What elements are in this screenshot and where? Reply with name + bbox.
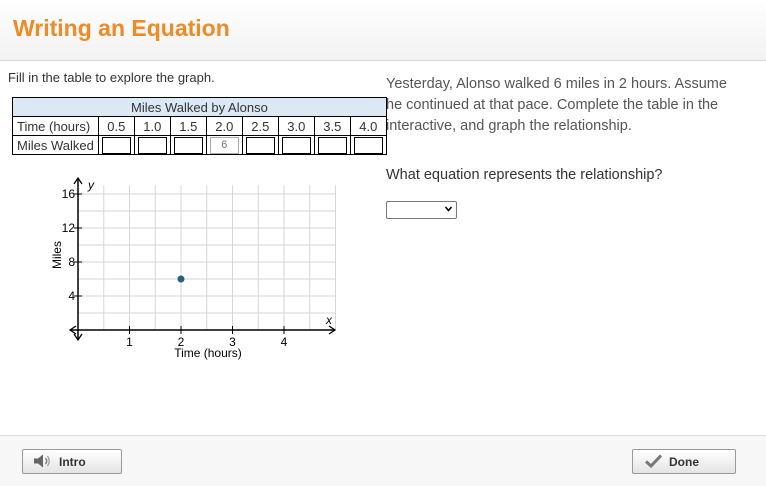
y-tick-label: 12 bbox=[62, 221, 76, 235]
y-tick-label: 4 bbox=[68, 289, 75, 303]
time-row-label: Time (hours) bbox=[12, 116, 99, 136]
y-axis-title: Miles bbox=[50, 241, 64, 269]
time-cell: 1.5 bbox=[169, 116, 207, 136]
intro-button[interactable]: Intro bbox=[22, 449, 122, 474]
miles-cell: 6 bbox=[205, 135, 243, 155]
miles-cell bbox=[277, 135, 315, 155]
time-cell: 3.5 bbox=[313, 116, 351, 136]
miles-cell bbox=[349, 135, 387, 155]
y-tick-label: 16 bbox=[62, 187, 76, 201]
time-cell: 0.5 bbox=[97, 116, 135, 136]
miles-input[interactable] bbox=[281, 136, 311, 154]
time-row: Time (hours) 0.5 1.0 1.5 2.0 2.5 3.0 3.5… bbox=[12, 116, 387, 136]
footer-bar: Intro Done bbox=[0, 435, 766, 486]
graph-grid bbox=[78, 185, 336, 330]
x-tick-label: 3 bbox=[229, 335, 236, 349]
page-title: Writing an Equation bbox=[13, 15, 230, 41]
x-tick-label: 4 bbox=[281, 335, 288, 349]
miles-row: Miles Walked 6 bbox=[12, 135, 387, 155]
miles-table: Miles Walked by Alonso Time (hours) 0.5 … bbox=[12, 97, 387, 155]
miles-cell bbox=[133, 135, 171, 155]
data-points bbox=[177, 275, 185, 283]
time-cell: 4.0 bbox=[349, 116, 387, 136]
chevron-down-icon bbox=[444, 206, 453, 212]
x-variable-label: x bbox=[325, 313, 333, 327]
header-bar: Writing an Equation bbox=[0, 0, 766, 61]
miles-input[interactable] bbox=[101, 136, 131, 154]
miles-cell bbox=[97, 135, 135, 155]
miles-input[interactable]: 6 bbox=[209, 136, 239, 154]
data-point bbox=[177, 275, 185, 283]
problem-prompt: Yesterday, Alonso walked 6 miles in 2 ho… bbox=[386, 76, 727, 134]
speaker-icon bbox=[34, 454, 50, 468]
equation-question: What equation represents the relationshi… bbox=[386, 167, 663, 183]
x-tick-label: 1 bbox=[126, 335, 133, 349]
y-tick-label: 8 bbox=[68, 255, 75, 269]
coordinate-graph[interactable]: y x Miles Time (hours) 481216 1234 bbox=[40, 175, 350, 365]
equation-dropdown[interactable] bbox=[386, 201, 457, 219]
done-button[interactable]: Done bbox=[632, 449, 736, 474]
table-instructions: Fill in the table to explore the graph. bbox=[8, 70, 215, 85]
miles-input[interactable] bbox=[317, 136, 347, 154]
miles-cell bbox=[169, 135, 207, 155]
miles-input[interactable] bbox=[137, 136, 167, 154]
miles-row-label: Miles Walked bbox=[12, 135, 99, 155]
miles-cell bbox=[241, 135, 279, 155]
miles-input[interactable] bbox=[173, 136, 203, 154]
table-caption: Miles Walked by Alonso bbox=[12, 97, 387, 117]
x-tick-label: 2 bbox=[178, 335, 185, 349]
time-cell: 2.0 bbox=[205, 116, 243, 136]
time-cell: 2.5 bbox=[241, 116, 279, 136]
time-cell: 1.0 bbox=[133, 116, 171, 136]
intro-button-label: Intro bbox=[59, 455, 86, 469]
miles-input[interactable] bbox=[353, 136, 383, 154]
miles-input[interactable] bbox=[245, 136, 275, 154]
y-variable-label: y bbox=[87, 178, 95, 192]
checkmark-icon bbox=[645, 454, 662, 468]
done-button-label: Done bbox=[669, 455, 699, 469]
time-cell: 3.0 bbox=[277, 116, 315, 136]
miles-cell bbox=[313, 135, 351, 155]
